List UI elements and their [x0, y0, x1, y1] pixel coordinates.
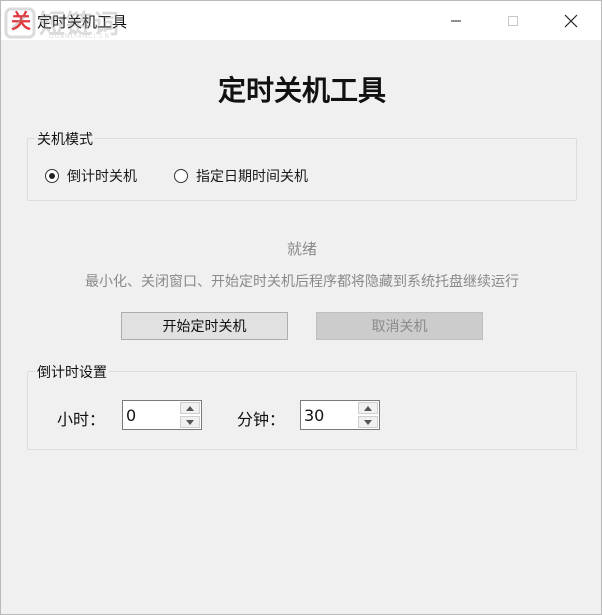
minutes-decrement-button[interactable]	[358, 416, 378, 428]
radio-datetime[interactable]: 指定日期时间关机	[174, 166, 308, 186]
minutes-input[interactable]	[304, 405, 356, 425]
hours-input[interactable]	[126, 405, 178, 425]
radio-countdown-label: 倒计时关机	[67, 169, 137, 185]
chevron-up-icon	[186, 405, 194, 411]
maximize-icon	[508, 15, 518, 26]
chevron-up-icon	[364, 405, 372, 411]
window-title: 定时关机工具	[37, 13, 128, 31]
page-title: 定时关机工具	[217, 74, 386, 107]
shutdown-mode-label: 关机模式	[35, 129, 95, 149]
app-window: 关 定时关机工具 短链词 DUANLIANCI.CN 定时关机工具 关机模式 倒…	[0, 0, 602, 615]
chevron-down-icon	[364, 419, 372, 425]
radio-countdown[interactable]: 倒计时关机	[45, 166, 137, 186]
maximize-button[interactable]	[490, 1, 536, 40]
hours-spinbox[interactable]	[122, 400, 202, 430]
radio-datetime-label: 指定日期时间关机	[196, 169, 308, 185]
radio-countdown-indicator[interactable]	[45, 169, 59, 183]
watermark-subtext: DUANLIANCI.CN	[49, 33, 110, 40]
minimize-icon	[451, 20, 461, 21]
cancel-shutdown-button[interactable]: 取消关机	[316, 312, 483, 340]
hours-decrement-button[interactable]	[180, 416, 200, 428]
app-icon: 关	[11, 9, 31, 32]
close-button[interactable]	[548, 1, 594, 40]
start-shutdown-button[interactable]: 开始定时关机	[121, 312, 288, 340]
radio-datetime-indicator[interactable]	[174, 169, 188, 183]
svg-text:关: 关	[11, 9, 31, 32]
minutes-spinbox[interactable]	[300, 400, 380, 430]
minutes-increment-button[interactable]	[358, 402, 378, 414]
hours-label: 小时：	[57, 410, 106, 429]
countdown-settings-label: 倒计时设置	[35, 362, 109, 382]
status-text: 就绪	[286, 240, 317, 258]
tray-hint-text: 最小化、关闭窗口、开始定时关机后程序都将隐藏到系统托盘继续运行	[85, 274, 519, 290]
hours-increment-button[interactable]	[180, 402, 200, 414]
hours-stepper[interactable]	[180, 402, 200, 428]
minutes-label: 分钟：	[237, 410, 286, 429]
close-icon	[564, 14, 578, 27]
minimize-button[interactable]	[433, 1, 479, 40]
title-bar[interactable]: 关 定时关机工具 短链词 DUANLIANCI.CN	[1, 1, 601, 40]
minutes-stepper[interactable]	[358, 402, 378, 428]
chevron-down-icon	[186, 419, 194, 425]
